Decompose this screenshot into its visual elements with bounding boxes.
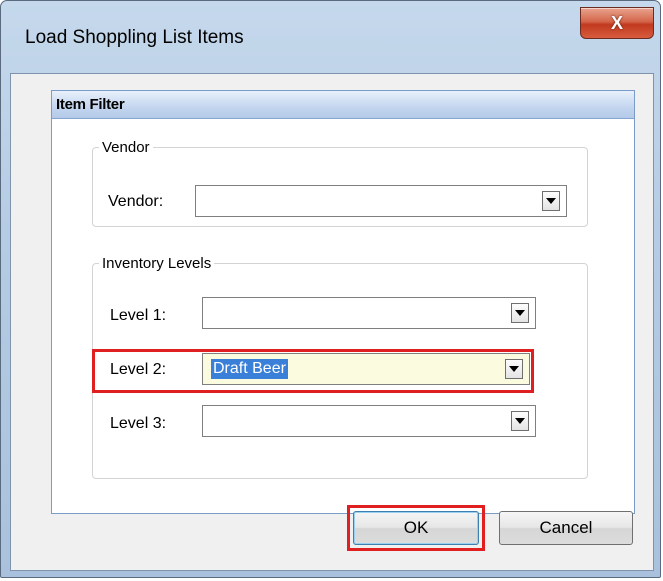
level2-label: Level 2: <box>110 361 167 378</box>
level3-combobox[interactable] <box>202 405 536 437</box>
chevron-down-icon <box>509 366 519 372</box>
level2-dropdown-button[interactable] <box>505 359 523 379</box>
level3-dropdown-button[interactable] <box>511 411 529 431</box>
inventory-levels-legend: Inventory Levels <box>102 255 212 272</box>
dialog-client-area: Item Filter Vendor Vendor: Inventory Lev… <box>10 73 654 571</box>
vendor-combobox[interactable] <box>195 185 567 217</box>
ok-button[interactable]: OK <box>353 511 479 545</box>
title-bar[interactable]: Load Shoppling List Items X <box>1 1 660 73</box>
close-icon: X <box>610 12 623 33</box>
chevron-down-icon <box>515 310 525 316</box>
vendor-label: Vendor: <box>108 193 164 210</box>
cancel-button[interactable]: Cancel <box>499 511 633 545</box>
level3-label: Level 3: <box>110 415 167 432</box>
dialog-window: Load Shoppling List Items X Item Filter … <box>0 0 661 578</box>
chevron-down-icon <box>546 198 556 204</box>
window-title: Load Shoppling List Items <box>25 27 244 48</box>
vendor-group-legend: Vendor <box>102 139 150 156</box>
chevron-down-icon <box>515 418 525 424</box>
level1-dropdown-button[interactable] <box>511 303 529 323</box>
level1-label: Level 1: <box>110 307 167 324</box>
item-filter-panel: Item Filter Vendor Vendor: Inventory Lev… <box>51 90 635 514</box>
item-filter-header: Item Filter <box>52 91 634 119</box>
vendor-dropdown-button[interactable] <box>542 191 560 211</box>
level2-value[interactable]: Draft Beer <box>211 359 288 379</box>
close-button[interactable]: X <box>580 7 654 39</box>
level2-combobox[interactable]: Draft Beer <box>202 353 530 385</box>
level1-combobox[interactable] <box>202 297 536 329</box>
